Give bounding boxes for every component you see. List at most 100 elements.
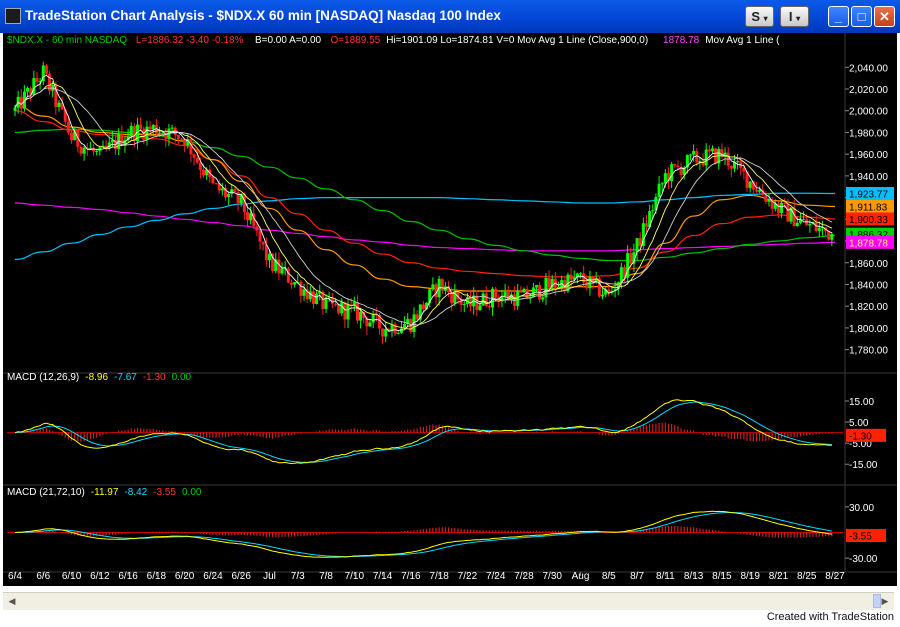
price-value-tag-text-0: 1,923.77: [849, 190, 888, 201]
candle-body: [503, 292, 507, 297]
macd2-header-0: MACD (21,72,10): [7, 487, 85, 498]
candle-body: [541, 297, 545, 300]
chart-area[interactable]: $NDX.X - 60 min NASDAQ L=1886.32 -3.40 -0…: [3, 33, 897, 586]
title-bar[interactable]: TradeStation Chart Analysis - $NDX.X 60 …: [0, 0, 900, 33]
price-axis-label: 1,800.00: [849, 324, 888, 335]
x-axis-label: 6/20: [175, 571, 195, 582]
candle-body: [817, 227, 821, 232]
candle-body: [754, 189, 758, 192]
candle-body: [710, 148, 714, 152]
macd1-header-4: 0.00: [172, 372, 192, 383]
x-axis-label: 8/13: [684, 571, 704, 582]
macd2-header-1: -11.97: [91, 487, 119, 498]
macd2-histogram: [17, 525, 833, 538]
x-axis-label: 8/7: [630, 571, 644, 582]
candle-body: [805, 219, 809, 226]
candle-body: [192, 154, 196, 158]
candle-body: [261, 241, 265, 245]
minimize-icon: _: [834, 9, 843, 24]
candle-body: [176, 135, 180, 139]
candle-body: [638, 238, 642, 246]
candle-body: [57, 102, 61, 108]
x-axis-label: 8/27: [825, 571, 845, 582]
candle-body: [324, 297, 328, 309]
candle-body: [35, 78, 39, 82]
candle-body: [230, 189, 234, 195]
horizontal-scrollbar[interactable]: ◀ ▶: [3, 592, 894, 610]
x-axis-label: 7/10: [345, 571, 365, 582]
candle-body: [255, 226, 259, 231]
candle-body: [808, 224, 812, 226]
candle-body: [644, 223, 648, 228]
macd1-header-3: -1.30: [143, 372, 166, 383]
candle-body: [381, 328, 385, 337]
candle-body: [148, 126, 152, 130]
candle-body: [469, 297, 473, 307]
candle-body: [289, 282, 293, 285]
candle-body: [619, 267, 623, 283]
candle-body: [211, 176, 215, 184]
candle-body: [70, 132, 74, 141]
i-dropdown-button[interactable]: I ▾: [780, 6, 809, 27]
scroll-right-icon[interactable]: ▶: [878, 595, 892, 607]
candle-body: [132, 126, 136, 142]
candle-body: [161, 132, 165, 134]
s-button-label: S: [751, 9, 761, 24]
candle-body: [795, 222, 799, 227]
candle-body: [202, 169, 206, 176]
price-axis-label: 2,020.00: [849, 85, 888, 96]
x-axis-label: 7/3: [291, 571, 305, 582]
x-axis-label: 6/10: [62, 571, 82, 582]
price-header-2: B=0.00 A=0.00: [255, 35, 322, 46]
app-icon: [5, 8, 21, 24]
scroll-left-icon[interactable]: ◀: [5, 595, 19, 607]
candle-body: [601, 294, 605, 297]
candle-body: [635, 238, 639, 253]
candle-body: [302, 289, 306, 296]
candle-body: [481, 293, 485, 306]
candle-body: [462, 304, 466, 306]
candle-body: [368, 322, 372, 327]
candle-body: [519, 291, 523, 293]
candle-body: [758, 189, 762, 192]
price-value-tag-text-2: 1,900.33: [849, 215, 888, 226]
s-dropdown-button[interactable]: S ▾: [745, 6, 774, 27]
candle-body: [151, 125, 155, 130]
candle-body: [651, 210, 655, 212]
candle-body: [384, 328, 388, 337]
candle-body: [233, 189, 237, 192]
price-axis-label: 2,040.00: [849, 63, 888, 74]
candle-body: [195, 157, 199, 163]
close-button[interactable]: ✕: [874, 6, 895, 27]
x-axis-label: 6/24: [203, 571, 223, 582]
candle-body: [764, 195, 768, 202]
candle-body: [704, 149, 708, 166]
candle-body: [415, 314, 419, 320]
candle-body: [267, 253, 271, 261]
candle-body: [214, 183, 218, 185]
candle-body: [421, 304, 425, 310]
candle-body: [487, 305, 491, 308]
candle-body: [569, 274, 573, 280]
candle-body: [767, 199, 771, 202]
candle-body: [245, 212, 249, 221]
maximize-button[interactable]: □: [851, 6, 872, 27]
candlesticks: [13, 61, 834, 344]
maximize-icon: □: [857, 9, 866, 24]
price-axis-label: 1,820.00: [849, 302, 888, 313]
candle-body: [663, 173, 667, 184]
candle-body: [516, 291, 520, 306]
candle-body: [579, 273, 583, 275]
candle-body: [494, 288, 498, 298]
short-ma-line-0: [14, 74, 833, 332]
chart-svg[interactable]: $NDX.X - 60 min NASDAQ L=1886.32 -3.40 -0…: [3, 33, 897, 586]
candle-body: [32, 78, 36, 95]
x-axis-label: 6/12: [90, 571, 110, 582]
candle-body: [830, 233, 834, 240]
minimize-button[interactable]: _: [828, 6, 849, 27]
price-header-1: L=1886.32 -3.40 -0.18%: [136, 35, 244, 46]
macd2-axis-label: 30.00: [849, 503, 874, 514]
x-axis-label: 7/30: [543, 571, 563, 582]
candle-body: [729, 165, 733, 169]
x-axis-label: 8/5: [602, 571, 616, 582]
